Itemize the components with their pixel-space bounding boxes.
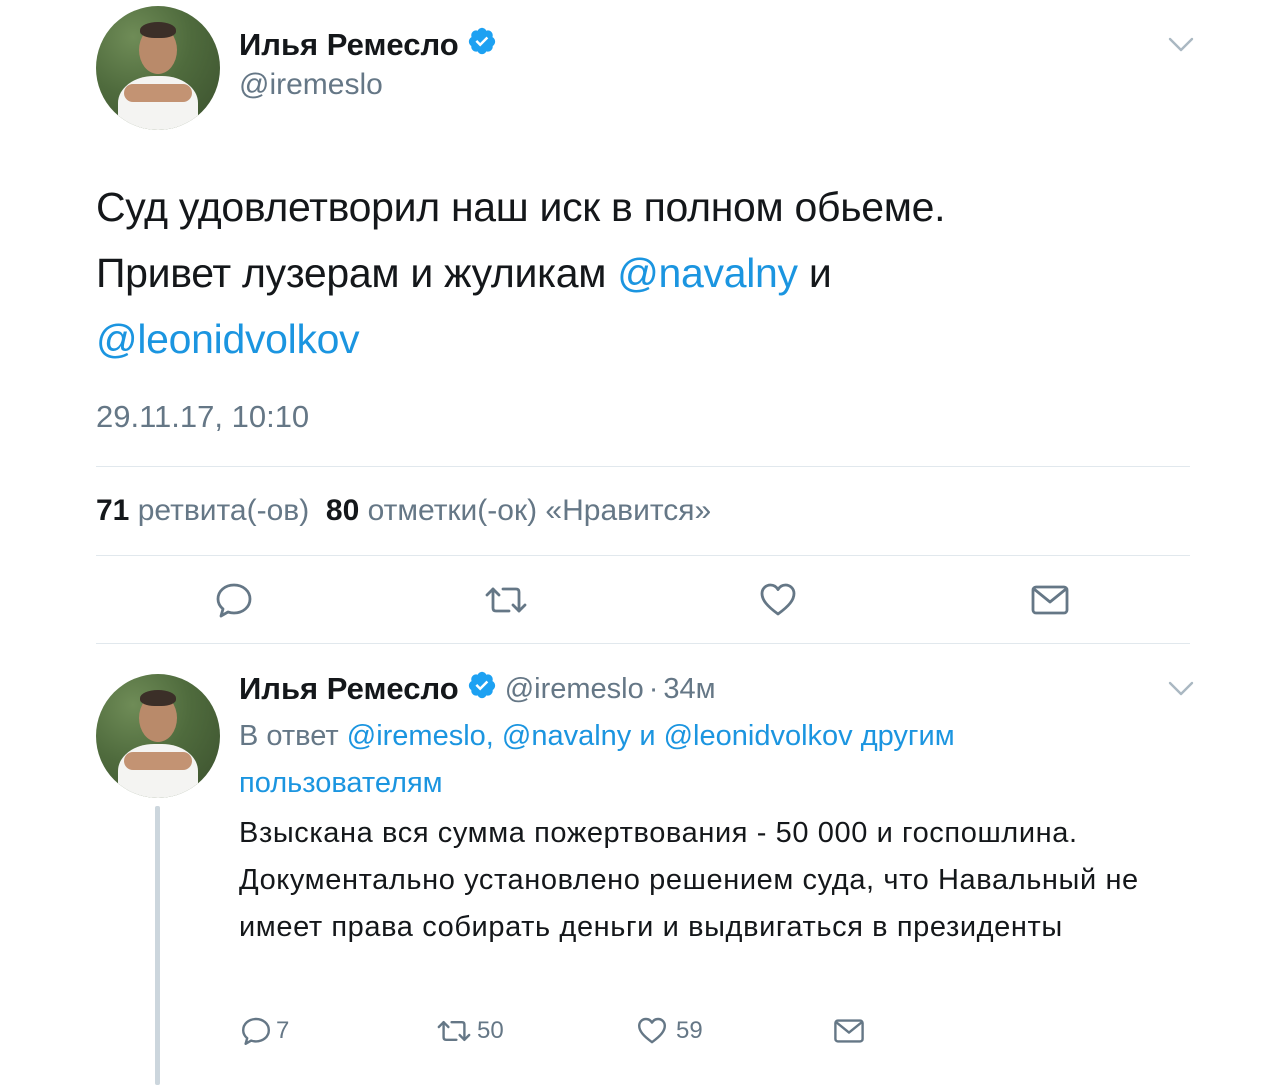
author-name-row[interactable]: Илья Ремесло	[239, 26, 497, 64]
like-icon	[638, 1017, 666, 1044]
retweets-stat[interactable]: 71 ретвита(-ов)	[96, 494, 309, 527]
tweet-text: Суд удовлетворил наш иск в полном обьеме…	[96, 174, 1186, 372]
chevron-down-icon[interactable]	[1168, 36, 1194, 59]
retweet-action[interactable]: 50	[434, 1015, 504, 1047]
mention-navalny[interactable]: @navalny	[617, 250, 798, 296]
retweets-count: 71	[96, 494, 130, 527]
reply-tweet-text: Взыскана вся сумма пожертвования - 50 00…	[239, 817, 1139, 943]
reply-prefix: В ответ	[239, 720, 347, 752]
direct-message-action[interactable]	[833, 1015, 865, 1047]
reply-icon	[242, 1017, 270, 1045]
mention-leonidvolkov[interactable]: @leonidvolkov	[96, 316, 360, 362]
like-count: 59	[676, 1017, 703, 1044]
tweet-text-part: и	[797, 250, 832, 296]
reply-count: 7	[276, 1017, 290, 1044]
tweet-text-line2: Привет лузерам и жуликам @navalny и	[96, 240, 1186, 306]
likes-label: отметки(-ок) «Нравится»	[367, 494, 712, 527]
avatar-hair	[140, 22, 176, 38]
tweet-stats: 71 ретвита(-ов) 80 отметки(-ок) «Нравитс…	[96, 494, 711, 528]
retweet-icon[interactable]	[482, 578, 530, 622]
reply-header: Илья Ремесло @iremeslo · 34м	[239, 670, 716, 708]
avatar-hair	[140, 690, 176, 706]
tweet-text-line1: Суд удовлетворил наш иск в полном обьеме…	[96, 184, 946, 230]
retweet-count: 50	[477, 1017, 504, 1044]
retweets-label: ретвита(-ов)	[137, 494, 310, 527]
reply-action[interactable]: 7	[240, 1015, 289, 1047]
like-icon[interactable]	[756, 578, 800, 622]
divider	[96, 643, 1190, 644]
verified-badge-icon	[467, 26, 497, 64]
direct-message-icon	[834, 1019, 864, 1043]
likes-stat[interactable]: 80 отметки(-ок) «Нравится»	[326, 494, 711, 527]
thread-line	[155, 806, 160, 1085]
avatar-arms	[124, 752, 192, 770]
direct-message-icon[interactable]	[1028, 578, 1072, 622]
reply-author-handle[interactable]: @iremeslo	[505, 673, 644, 706]
avatar-arms	[124, 84, 192, 102]
reply-time[interactable]: 34м	[663, 673, 715, 706]
like-action[interactable]: 59	[636, 1015, 703, 1047]
likes-count: 80	[325, 494, 360, 527]
divider	[96, 555, 1190, 556]
reply-to-line: В ответ @iremeslo, @navalny и @leonidvol…	[239, 713, 1139, 807]
tweet-text-part: Привет лузерам и жуликам	[96, 250, 618, 296]
verified-badge-icon	[467, 670, 497, 708]
author-avatar[interactable]	[96, 6, 220, 130]
reply-mentions-link[interactable]: @iremeslo, @navalny и @leonidvolkov друг…	[239, 720, 955, 799]
retweet-icon	[437, 1021, 471, 1041]
tweet-timestamp[interactable]: 29.11.17, 10:10	[96, 399, 309, 435]
reply-icon[interactable]	[212, 578, 256, 622]
author-name[interactable]: Илья Ремесло	[239, 27, 459, 63]
reply-author-name[interactable]: Илья Ремесло	[239, 671, 459, 707]
chevron-down-icon[interactable]	[1168, 680, 1194, 703]
reply-author-avatar[interactable]	[96, 674, 220, 798]
divider	[96, 466, 1190, 467]
meta-separator: ·	[648, 672, 659, 705]
author-handle[interactable]: @iremeslo	[239, 68, 383, 102]
